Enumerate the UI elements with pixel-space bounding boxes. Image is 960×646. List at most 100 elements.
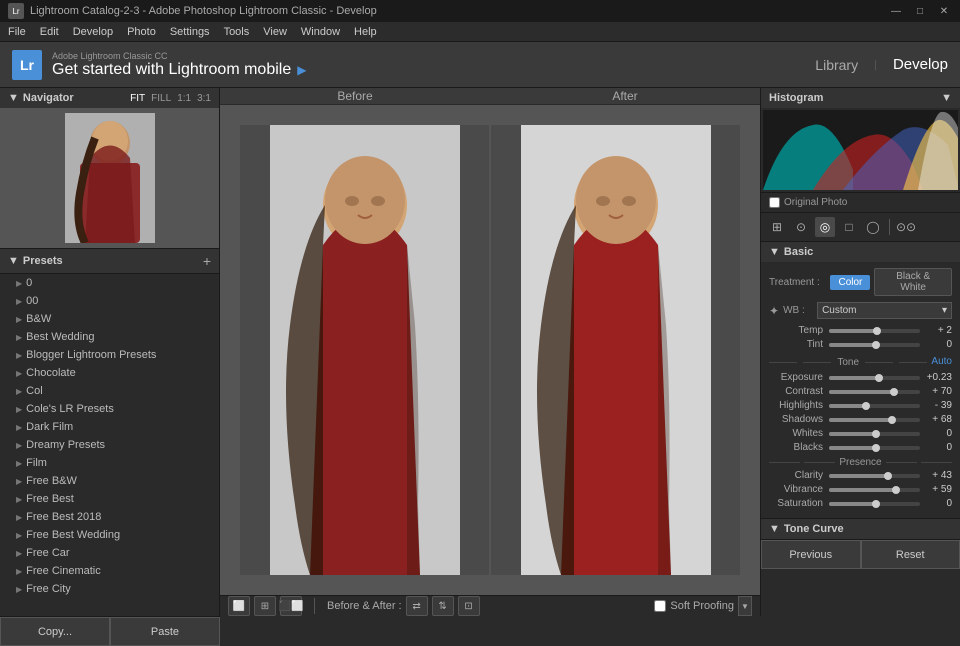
before-after-layout-button[interactable]: ⊡ (458, 596, 480, 616)
tone-auto-button[interactable]: Auto (931, 356, 952, 367)
preset-item[interactable]: ▶00 (0, 292, 219, 310)
soft-proofing-checkbox[interactable] (654, 600, 666, 612)
grid-tool-icon[interactable]: ⊞ (767, 217, 787, 237)
contrast-thumb[interactable] (890, 388, 898, 396)
saturation-thumb[interactable] (872, 500, 880, 508)
vibrance-thumb[interactable] (892, 486, 900, 494)
highlights-label: Highlights (769, 400, 829, 411)
menu-develop[interactable]: Develop (73, 26, 113, 38)
zoom-fill[interactable]: FILL (151, 93, 171, 104)
menu-edit[interactable]: Edit (40, 26, 59, 38)
preset-item[interactable]: ▶Free Best 2018 (0, 508, 219, 526)
close-button[interactable]: ✕ (936, 3, 952, 19)
toolbar-separator-1 (314, 598, 315, 614)
healing-tool-icon[interactable]: ◎ (815, 217, 835, 237)
preset-item[interactable]: ▶Dark Film (0, 418, 219, 436)
navigator-header[interactable]: ▼ Navigator FIT FILL 1:1 3:1 (0, 88, 219, 108)
zoom-fit[interactable]: FIT (130, 93, 145, 104)
gradient-tool-icon[interactable]: ◯ (863, 217, 883, 237)
redeye-tool-icon[interactable]: □ (839, 217, 859, 237)
temp-slider[interactable] (829, 329, 920, 333)
tint-thumb[interactable] (872, 341, 880, 349)
menu-view[interactable]: View (263, 26, 287, 38)
histogram-header[interactable]: Histogram ▼ (761, 88, 960, 108)
menu-window[interactable]: Window (301, 26, 340, 38)
preset-item[interactable]: ▶0 (0, 274, 219, 292)
preset-item[interactable]: ▶Free Best Wedding (0, 526, 219, 544)
zoom-1to1[interactable]: 1:1 (177, 93, 191, 104)
minimize-button[interactable]: — (888, 3, 904, 19)
menu-settings[interactable]: Settings (170, 26, 210, 38)
window-controls[interactable]: — □ ✕ (888, 3, 952, 19)
reset-button[interactable]: Reset (861, 540, 960, 569)
swap-before-after-button[interactable]: ⇄ (406, 596, 428, 616)
develop-link[interactable]: Develop (893, 56, 948, 73)
preset-item[interactable]: ▶Blogger Lightroom Presets (0, 346, 219, 364)
highlights-slider[interactable] (829, 404, 920, 408)
bw-treatment-button[interactable]: Black & White (874, 268, 952, 296)
preset-item[interactable]: ▶Chocolate (0, 364, 219, 382)
clarity-slider[interactable] (829, 474, 920, 478)
previous-button[interactable]: Previous (761, 540, 861, 569)
shadows-thumb[interactable] (888, 416, 896, 424)
preset-item[interactable]: ▶Free B&W (0, 472, 219, 490)
whites-thumb[interactable] (872, 430, 880, 438)
preset-item[interactable]: ▶Dreamy Presets (0, 436, 219, 454)
soft-proofing-dropdown[interactable]: ▼ (738, 596, 752, 616)
blacks-thumb[interactable] (872, 444, 880, 452)
wb-dropdown[interactable]: Custom ▾ (817, 302, 952, 319)
preset-item[interactable]: ▶Free Best (0, 490, 219, 508)
loupe-view-button[interactable]: ⬜ (228, 596, 250, 616)
preset-item[interactable]: ▶Best Wedding (0, 328, 219, 346)
highlights-thumb[interactable] (862, 402, 870, 410)
saturation-slider-row: Saturation 0 (769, 498, 952, 509)
basic-section-header[interactable]: ▼ Basic (761, 242, 960, 262)
whites-slider[interactable] (829, 432, 920, 436)
grid-view-button[interactable]: ⊞ (254, 596, 276, 616)
banner-arrow[interactable]: ▶ (297, 63, 306, 77)
add-preset-button[interactable]: + (203, 253, 211, 269)
menu-tools[interactable]: Tools (224, 26, 250, 38)
vibrance-slider[interactable] (829, 488, 920, 492)
presets-header[interactable]: ▼ Presets + (0, 249, 219, 274)
exposure-slider[interactable] (829, 376, 920, 380)
navigator-collapse-icon: ▼ (8, 92, 19, 104)
tool-icons-row: ⊞ ⊙ ◎ □ ◯ ⊙⊙ (761, 213, 960, 242)
tone-curve-header[interactable]: ▼ Tone Curve (761, 519, 960, 539)
preset-item[interactable]: ▶Col (0, 382, 219, 400)
preset-item[interactable]: ▶Cole's LR Presets (0, 400, 219, 418)
temp-thumb[interactable] (873, 327, 881, 335)
preset-item[interactable]: ▶Free Car (0, 544, 219, 562)
copy-settings-button[interactable]: ⇅ (432, 596, 454, 616)
basic-section-content: Treatment : Color Black & White ✦ WB : C… (761, 262, 960, 518)
copy-button[interactable]: Copy... (0, 617, 110, 646)
maximize-button[interactable]: □ (912, 3, 928, 19)
shadows-slider[interactable] (829, 418, 920, 422)
eyedropper-icon[interactable]: ✦ (769, 304, 779, 318)
blacks-slider[interactable] (829, 446, 920, 450)
settings-tool-icon[interactable]: ⊙⊙ (896, 217, 916, 237)
tint-slider[interactable] (829, 343, 920, 347)
navigator-panel: ▼ Navigator FIT FILL 1:1 3:1 (0, 88, 219, 249)
exposure-thumb[interactable] (875, 374, 883, 382)
menu-help[interactable]: Help (354, 26, 377, 38)
menu-photo[interactable]: Photo (127, 26, 156, 38)
preset-item[interactable]: ▶B&W (0, 310, 219, 328)
color-treatment-button[interactable]: Color (830, 275, 870, 290)
before-after-label: Before & After : (327, 600, 402, 612)
paste-button[interactable]: Paste (110, 617, 220, 646)
preset-item[interactable]: ▶Free Cinematic (0, 562, 219, 580)
crop-tool-icon[interactable]: ⊙ (791, 217, 811, 237)
preset-item[interactable]: ▶Film (0, 454, 219, 472)
clarity-thumb[interactable] (884, 472, 892, 480)
compare-view-button[interactable]: ⬛⬜ (280, 596, 302, 616)
preset-item[interactable]: ▶Free City (0, 580, 219, 598)
zoom-3to1[interactable]: 3:1 (197, 93, 211, 104)
tone-label: Tone (769, 357, 927, 368)
whites-value: 0 (920, 428, 952, 439)
original-photo-checkbox[interactable] (769, 197, 780, 208)
saturation-slider[interactable] (829, 502, 920, 506)
menu-file[interactable]: File (8, 26, 26, 38)
library-link[interactable]: Library (815, 57, 858, 73)
contrast-slider[interactable] (829, 390, 920, 394)
